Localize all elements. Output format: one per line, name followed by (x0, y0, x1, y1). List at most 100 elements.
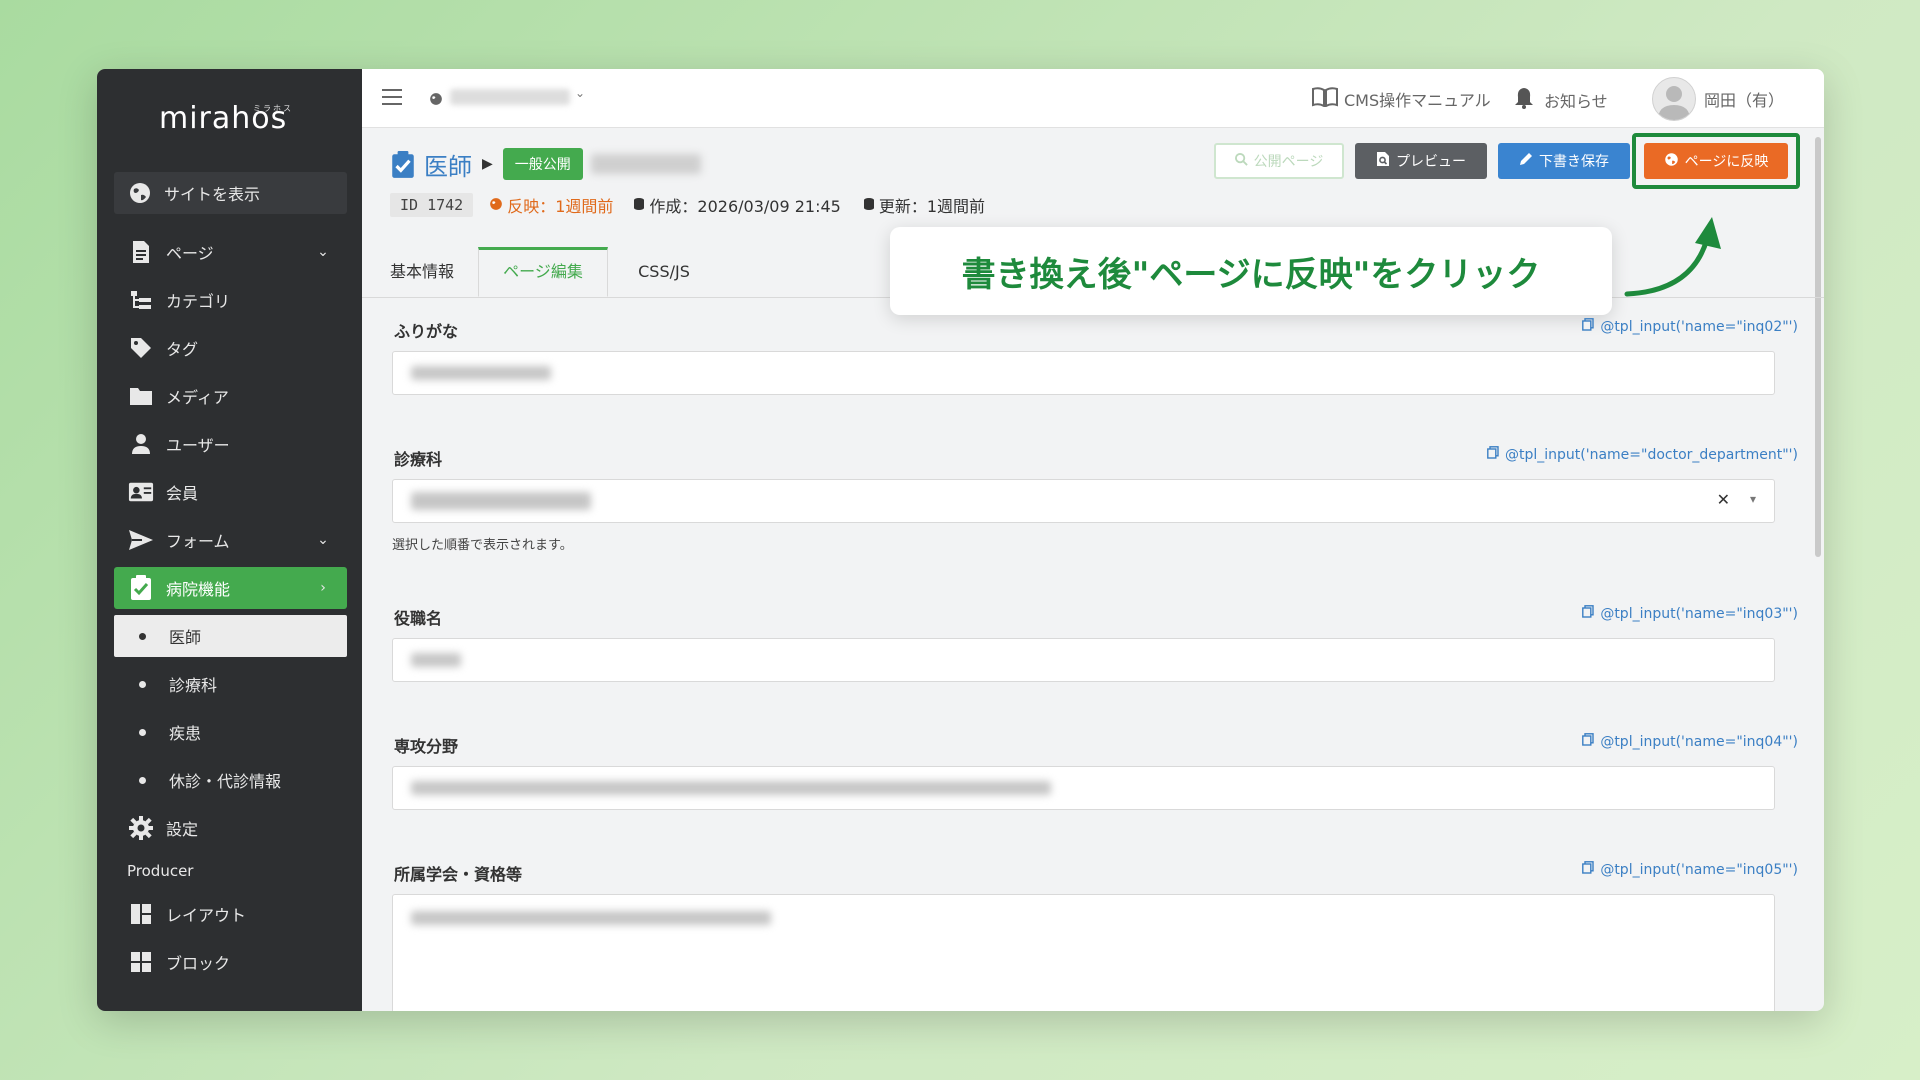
member-card-icon (128, 479, 154, 505)
page-icon (128, 239, 154, 265)
callout-arrow-icon (1624, 217, 1721, 297)
page-title[interactable]: 医師 (424, 147, 472, 182)
main-area: ⌄ CMS操作マニュアル お知らせ 岡田（有） 医師 ▶ 一般公開 ID 174… (362, 69, 1824, 1011)
save-draft-label: 下書き保存 (1539, 154, 1609, 170)
hamburger-menu-icon[interactable] (382, 89, 402, 105)
copy-icon (1582, 861, 1595, 878)
user-name[interactable]: 岡田（有） (1704, 87, 1784, 111)
field-label-furigana: ふりがな (394, 322, 459, 341)
field-code-department[interactable]: @tpl_input('name="doctor_department"') (1487, 446, 1798, 463)
department-select[interactable]: ✕ ▾ (392, 479, 1775, 523)
field-code-text: @tpl_input('name="inq04"') (1600, 733, 1798, 750)
tab-basic-info[interactable]: 基本情報 (372, 247, 472, 297)
chevron-down-icon[interactable]: ⌄ (575, 86, 585, 100)
sidebar-item-layout[interactable]: レイアウト (114, 893, 347, 935)
category-tree-icon (128, 287, 154, 313)
save-draft-button[interactable]: 下書き保存 (1498, 143, 1630, 179)
block-icon (128, 949, 154, 975)
sidebar-item-user[interactable]: ユーザー (114, 423, 347, 465)
updated-info: 更新：1週間前 (863, 193, 985, 217)
sidebar-item-label: ブロック (166, 954, 231, 973)
sidebar-item-hospital[interactable]: 病院機能 › (114, 567, 347, 609)
database-icon (863, 196, 875, 215)
field-code-societies[interactable]: @tpl_input('name="inq05"') (1582, 861, 1798, 878)
sidebar-item-label: レイアウト (166, 906, 247, 925)
position-input[interactable] (392, 638, 1775, 682)
copy-icon (1582, 605, 1595, 622)
bullet-icon (139, 632, 146, 640)
tab-css-js[interactable]: CSS/JS (614, 247, 714, 297)
reflected-status: 反映：1週間前 (489, 193, 613, 217)
sidebar-item-label: 診療科 (169, 676, 218, 695)
clear-icon[interactable]: ✕ (1717, 490, 1730, 509)
sidebar-subitem-department[interactable]: 診療科 (114, 663, 347, 705)
sidebar-subitem-doctor[interactable]: 医師 (114, 615, 347, 657)
sidebar-item-label: ページ (166, 244, 214, 263)
cms-manual-label: CMS操作マニュアル (1344, 91, 1491, 110)
public-page-button[interactable]: 公開ページ (1214, 143, 1344, 179)
created-time: 作成：2026/03/09 21:45 (649, 197, 841, 216)
sidebar-item-label: 休診・代診情報 (169, 772, 282, 791)
societies-textarea[interactable] (392, 894, 1775, 1011)
copy-icon (1487, 446, 1499, 463)
copy-icon (1582, 733, 1595, 750)
sidebar-item-label: 設定 (166, 820, 199, 839)
sidebar-item-member[interactable]: 会員 (114, 471, 347, 513)
furigana-input[interactable] (392, 351, 1775, 395)
sidebar-item-pages[interactable]: ページ ⌄ (114, 231, 347, 273)
view-site-button[interactable]: サイトを表示 (114, 172, 347, 214)
page-title-row: 医師 ▶ 一般公開 (390, 147, 701, 181)
send-icon (128, 527, 154, 553)
specialty-input[interactable] (392, 766, 1775, 810)
field-code-furigana[interactable]: @tpl_input('name="inq02"') (1582, 318, 1798, 335)
sidebar-subitem-closure-info[interactable]: 休診・代診情報 (114, 759, 347, 801)
field-code-text: @tpl_input('name="inq02"') (1600, 318, 1798, 335)
sidebar-item-block[interactable]: ブロック (114, 941, 347, 983)
field-label-specialty: 専攻分野 (394, 737, 459, 756)
bullet-icon (139, 728, 146, 736)
sidebar-item-media[interactable]: メディア (114, 375, 347, 417)
sidebar-item-label: ユーザー (166, 436, 230, 455)
avatar[interactable] (1652, 77, 1696, 121)
blurred-value (411, 366, 551, 380)
sidebar-item-settings[interactable]: 設定 (114, 807, 347, 849)
status-badge: 一般公開 (502, 148, 583, 180)
user-icon (128, 431, 154, 457)
sidebar-item-category[interactable]: カテゴリ (114, 279, 347, 321)
globe-icon (128, 181, 152, 205)
created-info: 作成：2026/03/09 21:45 (633, 193, 841, 217)
updated-time: 更新：1週間前 (878, 197, 986, 216)
notification-label: お知らせ (1544, 92, 1608, 111)
sidebar-item-tag[interactable]: タグ (114, 327, 347, 369)
gear-icon (128, 815, 154, 841)
tag-icon (128, 335, 154, 361)
notification-link[interactable]: お知らせ (1514, 87, 1608, 113)
preview-icon (1376, 151, 1390, 171)
chevron-down-icon[interactable]: ▾ (1750, 492, 1756, 506)
field-code-text: @tpl_input('name="inq05"') (1600, 861, 1798, 878)
preview-label: プレビュー (1396, 154, 1466, 170)
reflect-button-highlight (1632, 133, 1800, 189)
department-help-text: 選択した順番で表示されます。 (392, 538, 573, 553)
site-selector-value[interactable] (450, 89, 570, 105)
sidebar-item-label: 疾患 (169, 724, 202, 743)
folder-icon (128, 383, 154, 409)
app-logo-sub: ミラホス (253, 104, 293, 113)
preview-button[interactable]: プレビュー (1355, 143, 1487, 179)
sidebar-item-label: カテゴリ (166, 292, 231, 311)
reflected-time: 反映：1週間前 (507, 197, 614, 216)
sidebar-item-label: 会員 (166, 484, 199, 503)
cms-manual-link[interactable]: CMS操作マニュアル (1312, 87, 1491, 111)
field-code-position[interactable]: @tpl_input('name="inq03"') (1582, 605, 1798, 622)
book-icon (1312, 87, 1338, 111)
doctor-name-blurred (590, 154, 701, 174)
tab-page-edit[interactable]: ページ編集 (478, 247, 608, 297)
sidebar-item-form[interactable]: フォーム ⌄ (114, 519, 347, 561)
blurred-value (411, 781, 1051, 795)
sidebar: mirahos ミラホス サイトを表示 ページ ⌄ カテゴリ タグ メディア ユ… (97, 69, 362, 1011)
blurred-value (411, 653, 461, 667)
field-label-department: 診療科 (394, 450, 443, 469)
field-code-specialty[interactable]: @tpl_input('name="inq04"') (1582, 733, 1798, 750)
globe-icon (489, 196, 503, 215)
sidebar-subitem-disease[interactable]: 疾患 (114, 711, 347, 753)
